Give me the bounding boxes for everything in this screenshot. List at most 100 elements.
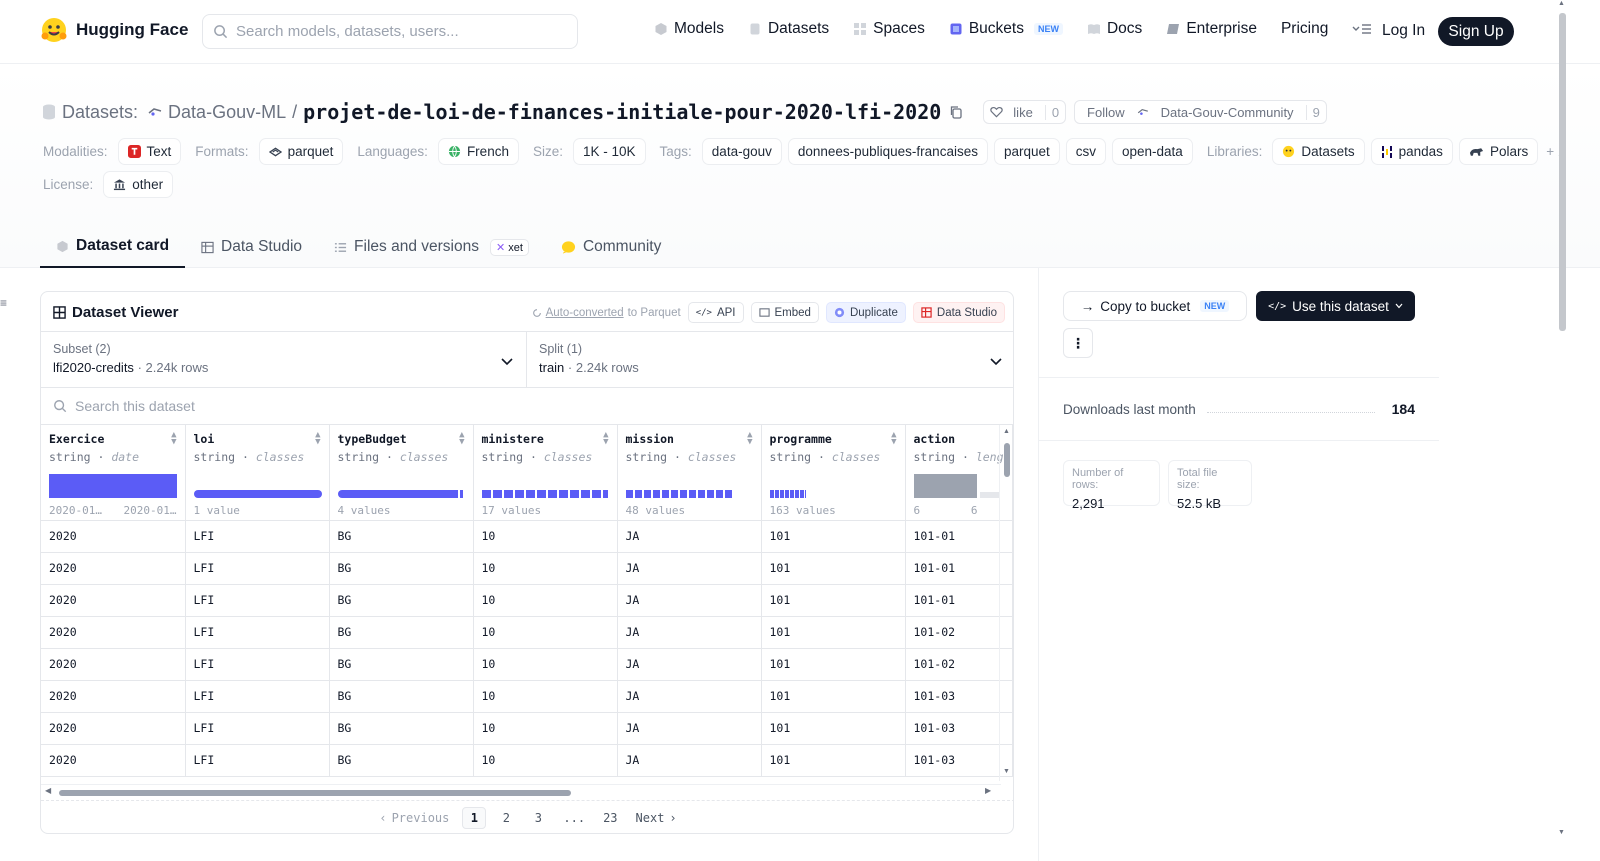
tab-files-and-versions[interactable]: Files and versions ✕ xet [318,226,545,268]
table-cell[interactable]: 2020 [41,520,186,553]
table-cell[interactable]: 2020 [41,712,186,745]
follow-button[interactable]: Follow Data-Gouv-Community 9 [1074,100,1327,124]
login-link[interactable]: Log In [1382,22,1425,40]
global-search-input[interactable]: Search models, datasets, users... [202,14,578,49]
table-cell[interactable]: 10 [473,520,618,553]
dataset-org[interactable]: Data-Gouv-ML [168,102,286,123]
table-cell[interactable]: 101 [761,744,906,777]
scroll-down-icon[interactable]: ▼ [1558,829,1565,836]
table-cell[interactable]: JA [617,552,762,585]
dataset-search-input[interactable]: Search this dataset [41,388,1013,425]
table-cell[interactable]: 10 [473,712,618,745]
column-histogram[interactable] [49,474,177,500]
table-cell[interactable]: 101-03 [905,680,1013,713]
table-cell[interactable]: LFI [185,584,330,617]
table-cell[interactable]: 101-03 [905,712,1013,745]
table-cell[interactable]: JA [617,680,762,713]
nav-enterprise[interactable]: Enterprise [1166,20,1257,38]
sidebar-toggle-icon[interactable]: ≡ [0,296,9,310]
sort-icon[interactable]: ▲ ▼ [459,431,464,447]
table-cell[interactable]: LFI [185,680,330,713]
tab-data-studio[interactable]: Data Studio [185,226,318,268]
table-cell[interactable]: LFI [185,552,330,585]
table-cell[interactable]: 101 [761,520,906,553]
table-cell[interactable]: LFI [185,648,330,681]
column-histogram[interactable] [337,474,465,500]
tab-dataset-card[interactable]: Dataset card [40,226,186,268]
table-row[interactable]: 2020 LFI BG 10 JA 101 101-02 [41,616,1013,649]
column-histogram[interactable] [769,474,897,500]
format-tag[interactable]: parquet [258,138,344,165]
copy-icon[interactable] [949,105,963,119]
modality-tag[interactable]: Text [117,138,182,165]
table-cell[interactable]: BG [329,552,474,585]
sort-icon[interactable]: ▲ ▼ [315,431,320,447]
data-studio-button[interactable]: Data Studio [912,302,1005,323]
next-page-button[interactable]: Next › [631,807,682,829]
column-header[interactable]: programme ▲ ▼ string · classes 163 values [761,425,906,521]
datasets-prefix[interactable]: Datasets: [62,102,138,123]
sort-icon[interactable]: ▲ ▼ [891,431,896,447]
table-cell[interactable]: 2020 [41,744,186,777]
auto-converted-link[interactable]: Auto-converted [546,307,624,319]
page-2-button[interactable]: 2 [494,807,518,829]
table-cell[interactable]: 101 [761,552,906,585]
tag-csv[interactable]: csv [1065,138,1107,165]
scroll-up-icon[interactable]: ▲ [1558,0,1565,7]
library-datasets[interactable]: Datasets [1272,138,1365,165]
table-cell[interactable]: 101 [761,712,906,745]
previous-page-button[interactable]: ‹ Previous [374,807,454,829]
sort-icon[interactable]: ▲ ▼ [603,431,608,447]
table-cell[interactable]: 101 [761,584,906,617]
nav-datasets[interactable]: Datasets [748,20,829,38]
license-tag[interactable]: other [103,171,174,198]
page-scrollbar[interactable]: ▲ ▼ [1555,0,1569,845]
table-cell[interactable]: 101-01 [905,552,1013,585]
nav-pricing[interactable]: Pricing [1281,20,1328,38]
table-row[interactable]: 2020 LFI BG 10 JA 101 101-01 [41,584,1013,617]
table-cell[interactable]: 10 [473,744,618,777]
table-cell[interactable]: 101-03 [905,744,1013,777]
table-cell[interactable]: JA [617,744,762,777]
table-row[interactable]: 2020 LFI BG 10 JA 101 101-03 [41,712,1013,745]
table-cell[interactable]: 10 [473,584,618,617]
use-this-dataset-button[interactable]: </> Use this dataset [1256,291,1415,321]
table-cell[interactable]: BG [329,744,474,777]
table-cell[interactable]: 101-02 [905,648,1013,681]
dataset-name[interactable]: projet-de-loi-de-finances-initiale-pour-… [303,100,941,124]
nav-docs[interactable]: Docs [1087,20,1142,38]
table-cell[interactable]: JA [617,712,762,745]
table-cell[interactable]: 10 [473,552,618,585]
page-1-button[interactable]: 1 [462,807,487,829]
nav-models[interactable]: Models [654,20,724,38]
column-header[interactable]: action string · leng 66 [905,425,1013,521]
signup-button[interactable]: Sign Up [1438,17,1514,46]
table-cell[interactable]: JA [617,584,762,617]
column-histogram[interactable] [913,474,1004,500]
table-cell[interactable]: 2020 [41,648,186,681]
subset-select[interactable]: Subset (2) lfi2020-credits · 2.24k rows [41,332,527,388]
column-histogram[interactable] [625,474,753,500]
table-horizontal-scrollbar[interactable]: ◀ ▶ [41,784,1001,800]
table-cell[interactable]: LFI [185,712,330,745]
column-header[interactable]: ministere ▲ ▼ string · classes 17 values [473,425,618,521]
scroll-right-icon[interactable]: ▶ [985,786,991,795]
table-row[interactable]: 2020 LFI BG 10 JA 101 101-01 [41,552,1013,585]
table-cell[interactable]: BG [329,680,474,713]
table-cell[interactable]: 10 [473,680,618,713]
library-polars[interactable]: Polars [1458,138,1539,165]
column-header[interactable]: loi ▲ ▼ string · classes 1 value [185,425,330,521]
scrollbar-thumb[interactable] [1004,443,1010,477]
table-cell[interactable]: 101 [761,680,906,713]
more-options-button[interactable]: ⋮ [1063,328,1093,358]
table-cell[interactable]: 101 [761,616,906,649]
scroll-up-icon[interactable]: ▲ [1003,428,1010,435]
nav-spaces[interactable]: Spaces [853,20,925,38]
table-cell[interactable]: JA [617,616,762,649]
table-cell[interactable]: BG [329,648,474,681]
language-tag[interactable]: French [437,138,519,165]
sort-icon[interactable]: ▲ ▼ [747,431,752,447]
column-header[interactable]: typeBudget ▲ ▼ string · classes 4 values [329,425,474,521]
library-pandas[interactable]: pandas [1370,138,1453,165]
table-vertical-scrollbar[interactable]: ▲ ▼ [999,425,1013,781]
